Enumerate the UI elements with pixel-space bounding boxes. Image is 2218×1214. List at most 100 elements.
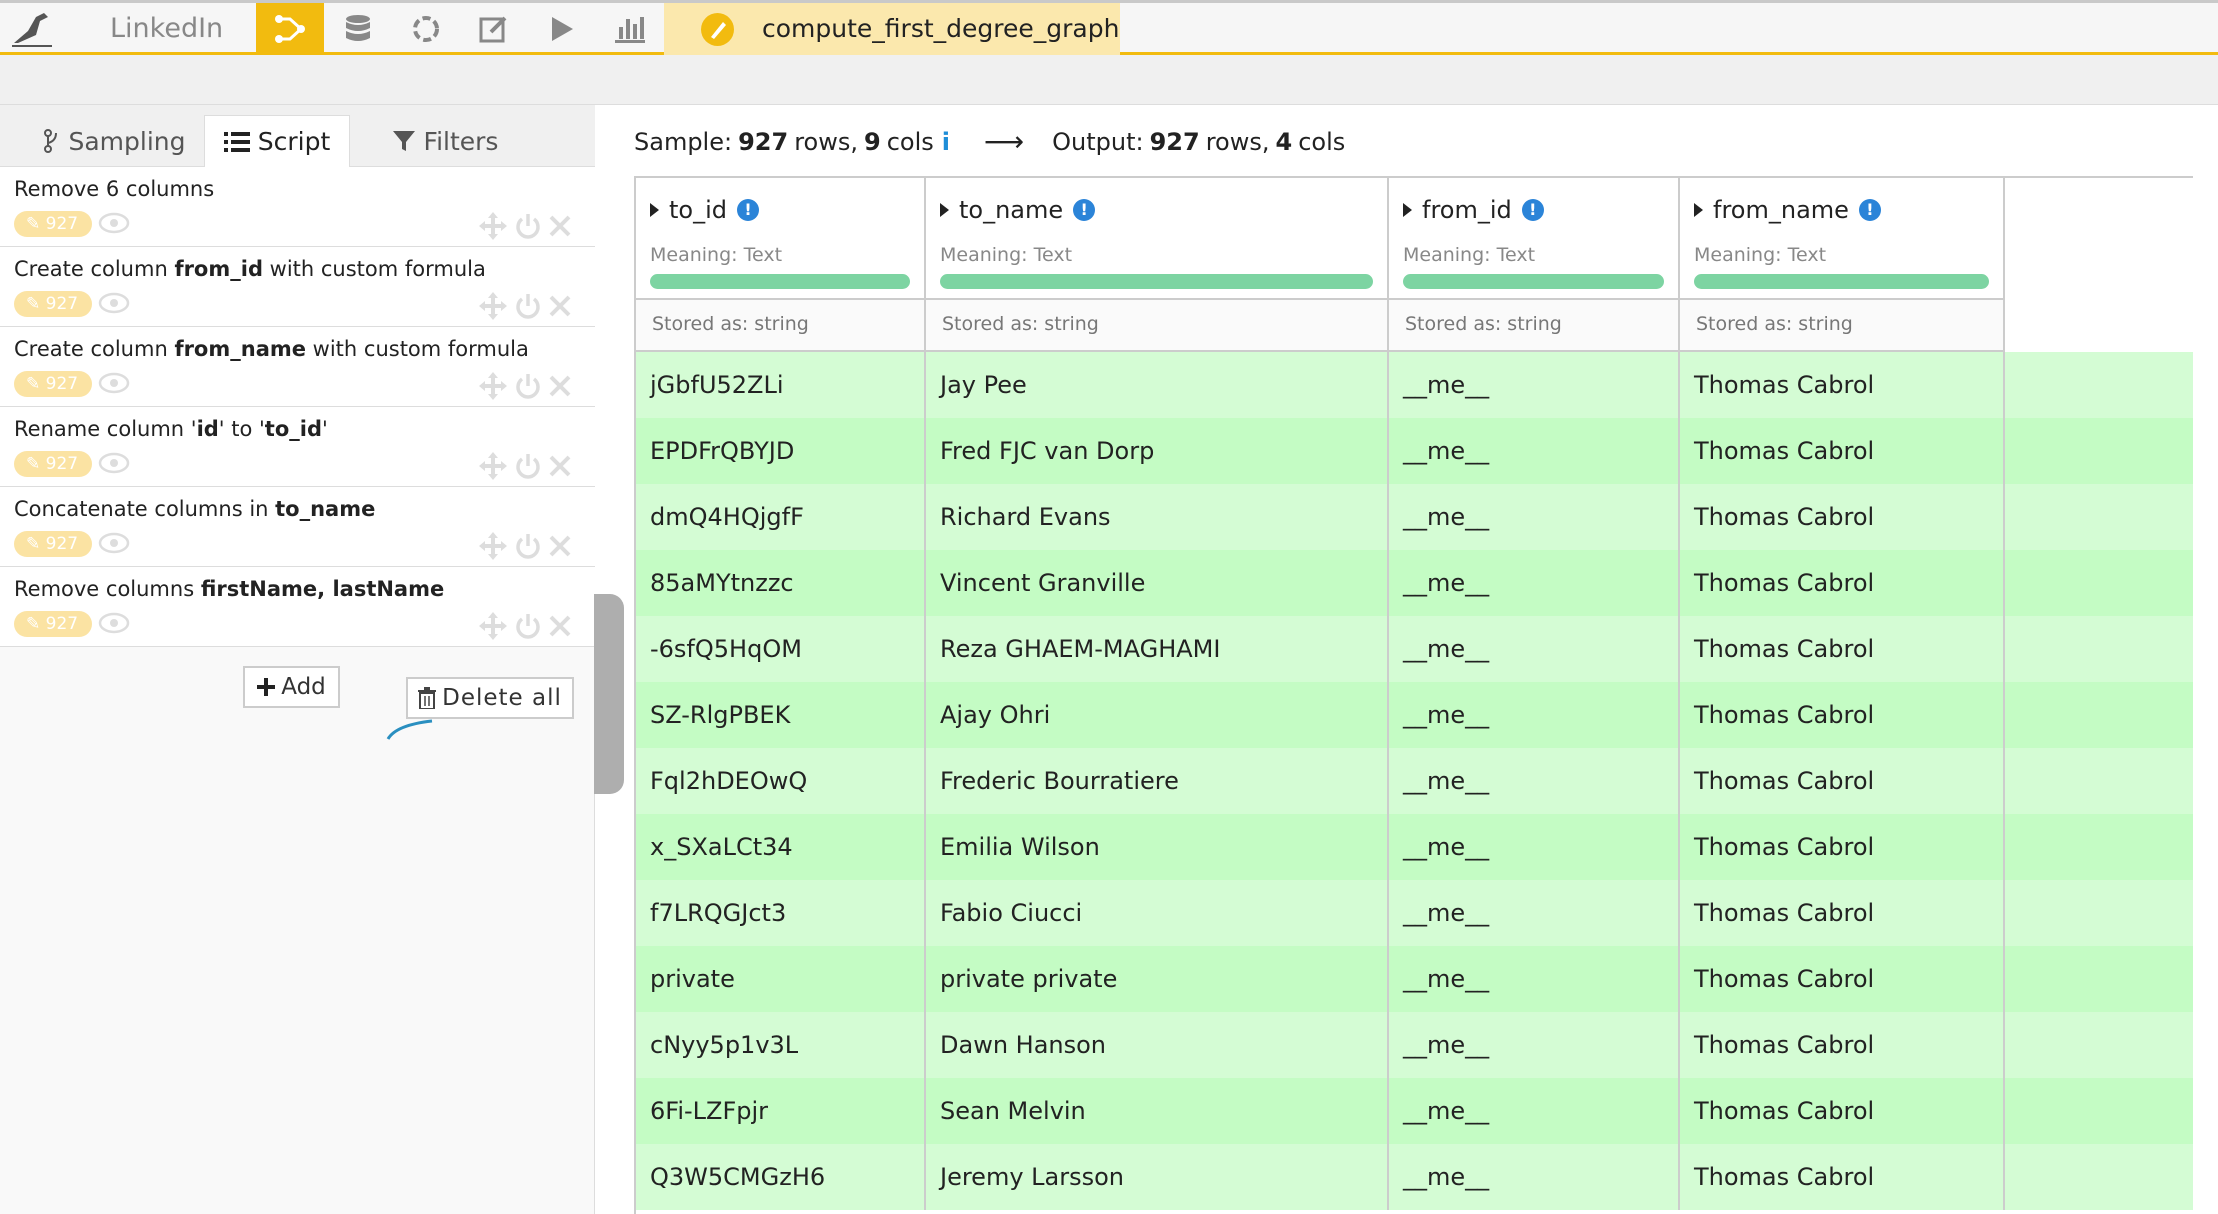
table-cell[interactable]: Thomas Cabrol [1680,1078,2005,1144]
eye-icon[interactable] [98,450,130,476]
table-cell[interactable]: __me__ [1389,946,1680,1012]
add-step-button[interactable]: Add [243,666,340,708]
table-cell[interactable]: __me__ [1389,1078,1680,1144]
script-step[interactable]: Create column from_id with custom formul… [0,247,595,327]
eye-icon[interactable] [98,530,130,556]
table-cell[interactable]: EPDFrQBYJD [636,418,926,484]
datasets-nav-button[interactable] [324,3,392,55]
panel-resize-handle[interactable] [594,594,624,794]
close-icon[interactable] [548,534,572,558]
table-cell[interactable]: Thomas Cabrol [1680,550,2005,616]
table-cell[interactable]: jGbfU52ZLi [636,352,926,418]
script-step[interactable]: Rename column 'id' to 'to_id' ✎ 927 [0,407,595,487]
table-cell[interactable]: __me__ [1389,880,1680,946]
table-cell[interactable]: Dawn Hanson [926,1012,1389,1078]
table-cell[interactable]: Thomas Cabrol [1680,814,2005,880]
table-cell[interactable]: Thomas Cabrol [1680,418,2005,484]
table-cell[interactable]: -6sfQ5HqOM [636,616,926,682]
table-cell[interactable]: Thomas Cabrol [1680,748,2005,814]
table-cell[interactable]: __me__ [1389,550,1680,616]
power-icon[interactable] [514,532,542,560]
table-cell[interactable]: Thomas Cabrol [1680,1012,2005,1078]
recipe-name[interactable]: compute_first_degree_graph [762,3,1119,55]
column-meaning[interactable]: Meaning: Text [940,244,1072,266]
tab-filters[interactable]: Filters [370,115,520,167]
column-meaning[interactable]: Meaning: Text [1694,244,1826,266]
table-cell[interactable]: Frederic Bourratiere [926,748,1389,814]
run-nav-button[interactable] [528,3,596,55]
script-step[interactable]: Create column from_name with custom form… [0,327,595,407]
bird-logo-icon[interactable] [10,9,55,49]
eye-icon[interactable] [98,210,130,236]
column-header-to-id[interactable]: to_id ! Meaning: Text [636,178,926,300]
table-cell[interactable]: __me__ [1389,682,1680,748]
column-meaning[interactable]: Meaning: Text [650,244,782,266]
move-icon[interactable] [478,451,508,481]
table-cell[interactable]: SZ-RlgPBEK [636,682,926,748]
table-cell[interactable]: Richard Evans [926,484,1389,550]
eye-icon[interactable] [98,290,130,316]
table-cell[interactable]: Thomas Cabrol [1680,880,2005,946]
table-cell[interactable]: __me__ [1389,1012,1680,1078]
table-cell[interactable]: Fql2hDEOwQ [636,748,926,814]
table-cell[interactable]: Sean Melvin [926,1078,1389,1144]
table-cell[interactable]: 6Fi-LZFpjr [636,1078,926,1144]
table-cell[interactable]: Thomas Cabrol [1680,616,2005,682]
close-icon[interactable] [548,374,572,398]
script-step[interactable]: Remove columns firstName, lastName ✎ 927 [0,567,595,647]
table-cell[interactable]: Thomas Cabrol [1680,352,2005,418]
move-icon[interactable] [478,371,508,401]
column-header-to-name[interactable]: to_name ! Meaning: Text [926,178,1389,300]
table-cell[interactable]: Q3W5CMGzH6 [636,1144,926,1210]
table-cell[interactable]: Thomas Cabrol [1680,946,2005,1012]
table-cell[interactable]: __me__ [1389,748,1680,814]
eye-icon[interactable] [98,610,130,636]
recipes-nav-button[interactable] [392,3,460,55]
close-icon[interactable] [548,214,572,238]
table-cell[interactable]: cNyy5p1v3L [636,1012,926,1078]
tab-script[interactable]: Script [204,115,350,168]
table-cell[interactable]: __me__ [1389,814,1680,880]
table-cell[interactable]: Ajay Ohri [926,682,1389,748]
table-cell[interactable]: Fabio Ciucci [926,880,1389,946]
notebooks-nav-button[interactable] [460,3,528,55]
delete-all-button[interactable]: Delete all [406,677,574,719]
table-cell[interactable]: 85aMYtnzzc [636,550,926,616]
table-cell[interactable]: Thomas Cabrol [1680,484,2005,550]
project-name-link[interactable]: LinkedIn [110,9,223,49]
table-cell[interactable]: __me__ [1389,418,1680,484]
column-header-from-name[interactable]: from_name ! Meaning: Text [1680,178,2005,300]
table-cell[interactable]: __me__ [1389,352,1680,418]
close-icon[interactable] [548,294,572,318]
column-meaning[interactable]: Meaning: Text [1403,244,1535,266]
table-cell[interactable]: Emilia Wilson [926,814,1389,880]
table-cell[interactable]: __me__ [1389,484,1680,550]
info-icon[interactable]: i [942,124,950,160]
table-cell[interactable]: __me__ [1389,616,1680,682]
close-icon[interactable] [548,454,572,478]
power-icon[interactable] [514,212,542,240]
table-cell[interactable]: private private [926,946,1389,1012]
table-cell[interactable]: Vincent Granville [926,550,1389,616]
close-icon[interactable] [548,614,572,638]
table-cell[interactable]: Thomas Cabrol [1680,682,2005,748]
tab-sampling[interactable]: Sampling [40,115,190,167]
move-icon[interactable] [478,211,508,241]
table-cell[interactable]: __me__ [1389,1144,1680,1210]
move-icon[interactable] [478,291,508,321]
table-cell[interactable]: f7LRQGJct3 [636,880,926,946]
power-icon[interactable] [514,612,542,640]
move-icon[interactable] [478,611,508,641]
power-icon[interactable] [514,292,542,320]
power-icon[interactable] [514,452,542,480]
table-cell[interactable]: dmQ4HQjgfF [636,484,926,550]
column-header-from-id[interactable]: from_id ! Meaning: Text [1389,178,1680,300]
table-cell[interactable]: Fred FJC van Dorp [926,418,1389,484]
table-cell[interactable]: private [636,946,926,1012]
table-cell[interactable]: Reza GHAEM-MAGHAMI [926,616,1389,682]
table-cell[interactable]: x_SXaLCt34 [636,814,926,880]
table-cell[interactable]: Jay Pee [926,352,1389,418]
charts-nav-button[interactable] [596,3,664,55]
move-icon[interactable] [478,531,508,561]
power-icon[interactable] [514,372,542,400]
